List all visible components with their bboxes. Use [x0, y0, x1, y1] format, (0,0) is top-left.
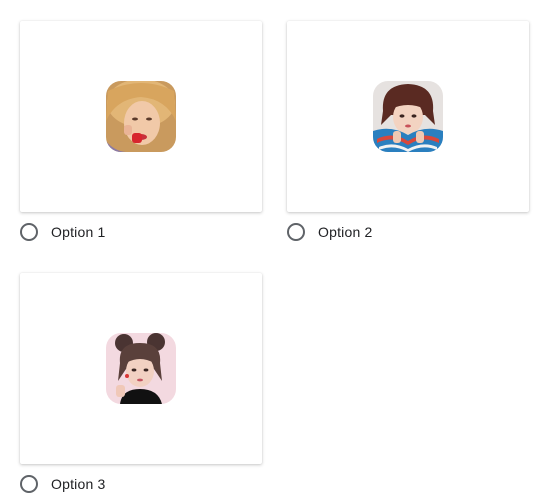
option-3-radio[interactable] — [20, 475, 38, 493]
portrait-photo-2-icon — [373, 81, 443, 152]
option-2-image-card[interactable] — [287, 21, 529, 212]
option-1-radio[interactable] — [20, 223, 38, 241]
option-3-label-row[interactable]: Option 3 — [20, 474, 106, 494]
option-1-image-card[interactable] — [20, 21, 262, 212]
option-3-image-card[interactable] — [20, 273, 262, 464]
option-2-label-row[interactable]: Option 2 — [287, 222, 373, 242]
option-1[interactable]: Option 1 — [20, 21, 262, 241]
option-2-image — [373, 81, 443, 152]
option-3-label: Option 3 — [51, 476, 106, 492]
option-2-radio[interactable] — [287, 223, 305, 241]
option-1-label: Option 1 — [51, 224, 106, 240]
option-2-label: Option 2 — [318, 224, 373, 240]
option-1-label-row[interactable]: Option 1 — [20, 222, 106, 242]
option-3-image — [106, 333, 176, 404]
option-1-image — [106, 81, 176, 152]
option-3[interactable]: Option 3 — [20, 273, 262, 493]
portrait-photo-1-icon — [106, 81, 176, 152]
portrait-photo-3-icon — [106, 333, 176, 404]
option-2[interactable]: Option 2 — [287, 21, 529, 241]
